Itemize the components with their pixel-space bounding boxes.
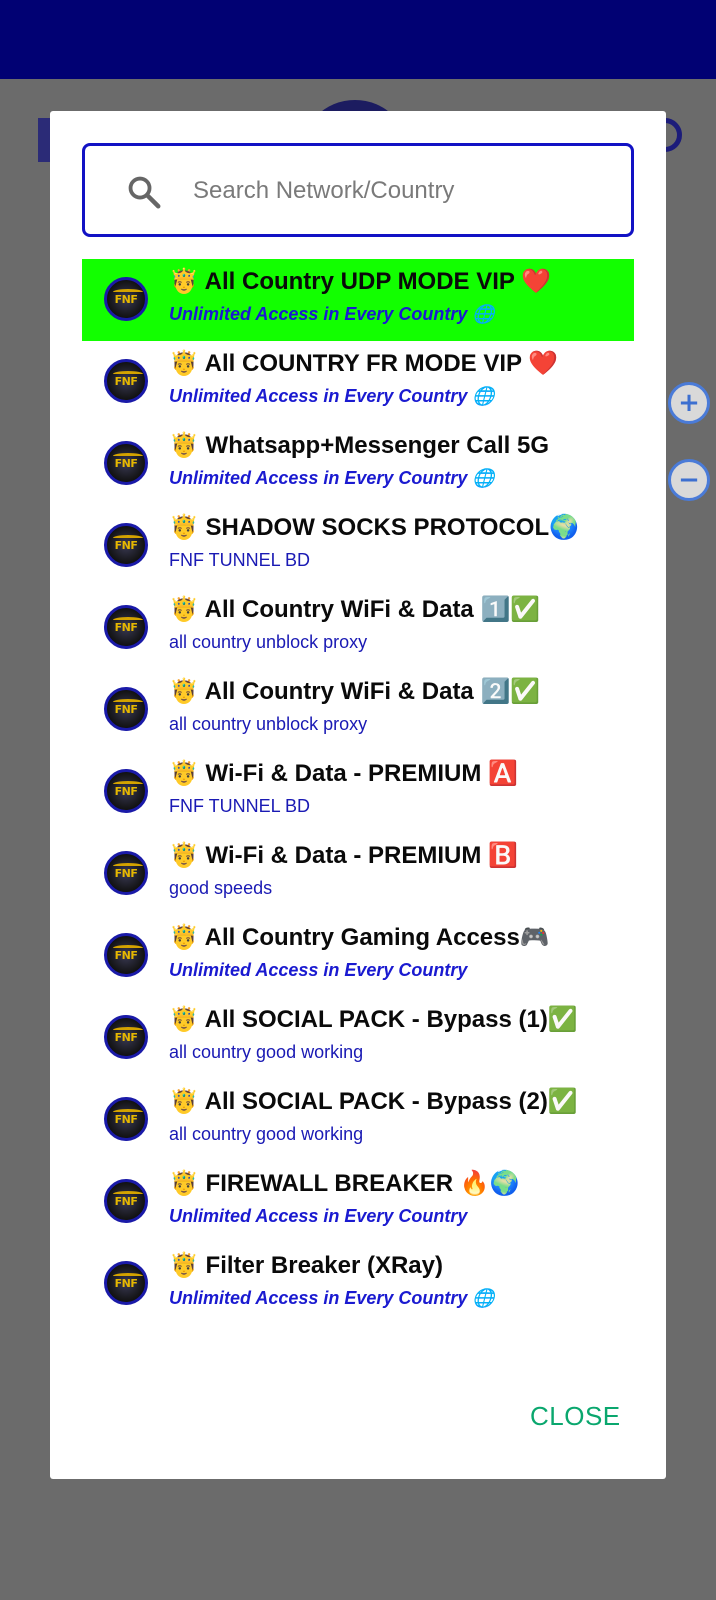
server-item[interactable]: FNF 🤴 Filter Breaker (XRay) Unlimited Acce…	[82, 1243, 634, 1325]
zoom-in-button[interactable]: +	[668, 382, 710, 424]
logo-swoosh	[113, 535, 143, 541]
server-avatar: FNF	[104, 687, 148, 731]
server-subtitle: Unlimited Access in Every Country 🌐	[169, 468, 495, 488]
server-subtitle: good speeds	[169, 878, 273, 898]
close-button[interactable]: CLOSE	[530, 1401, 621, 1432]
server-title: 🤴 All SOCIAL PACK - Bypass (2)✅	[169, 1088, 578, 1115]
server-subtitle: Unlimited Access in Every Country	[169, 1206, 468, 1226]
server-item[interactable]: FNF 🤴 All Country UDP MODE VIP ❤️ Unlimite…	[82, 259, 634, 341]
logo-swoosh	[113, 699, 143, 705]
server-subtitle: Unlimited Access in Every Country	[169, 960, 468, 980]
server-avatar: FNF	[104, 851, 148, 895]
server-item[interactable]: FNF 🤴 SHADOW SOCKS PROTOCOL🌍 FNF TUNNEL BD	[82, 505, 634, 587]
server-title: 🤴 Wi-Fi & Data - PREMIUM 🅰️	[169, 760, 518, 787]
server-item[interactable]: FNF 🤴 Whatsapp+Messenger Call 5G Unlimited…	[82, 423, 634, 505]
server-subtitle: all country good working	[169, 1124, 364, 1144]
server-subtitle: Unlimited Access in Every Country 🌐	[169, 304, 495, 324]
server-subtitle: Unlimited Access in Every Country 🌐	[169, 1288, 495, 1308]
zoom-out-button[interactable]: −	[668, 459, 710, 501]
server-avatar: FNF	[104, 605, 148, 649]
server-avatar: FNF	[104, 933, 148, 977]
logo-swoosh	[113, 781, 143, 787]
logo-swoosh	[113, 617, 143, 623]
server-title: 🤴 All Country WiFi & Data 2️⃣✅	[169, 678, 541, 705]
search-box[interactable]	[82, 143, 634, 237]
server-avatar: FNF	[104, 359, 148, 403]
logo-swoosh	[113, 289, 143, 295]
server-title: 🤴 All Country Gaming Access🎮	[169, 924, 550, 951]
search-input[interactable]	[193, 166, 613, 216]
search-icon	[128, 176, 161, 209]
server-title: 🤴 Wi-Fi & Data - PREMIUM 🅱️	[169, 842, 518, 869]
server-select-dialog: FNF 🤴 All Country UDP MODE VIP ❤️ Unlimite…	[50, 111, 666, 1479]
logo-swoosh	[113, 453, 143, 459]
server-item[interactable]: FNF 🤴 All SOCIAL PACK - Bypass (1)✅ all co…	[82, 997, 634, 1079]
server-title: 🤴 All Country UDP MODE VIP ❤️	[169, 268, 552, 295]
logo-swoosh	[113, 863, 143, 869]
server-subtitle: Unlimited Access in Every Country 🌐	[169, 386, 495, 406]
server-title: 🤴 SHADOW SOCKS PROTOCOL🌍	[169, 514, 580, 541]
logo-swoosh	[113, 371, 143, 377]
server-item[interactable]: FNF 🤴 Wi-Fi & Data - PREMIUM 🅱️ good speed…	[82, 833, 634, 915]
server-title: 🤴 All SOCIAL PACK - Bypass (1)✅	[169, 1006, 578, 1033]
server-title: 🤴 Whatsapp+Messenger Call 5G	[169, 432, 549, 459]
server-avatar: FNF	[104, 1015, 148, 1059]
logo-swoosh	[113, 1027, 143, 1033]
server-subtitle: all country good working	[169, 1042, 364, 1062]
server-avatar: FNF	[104, 523, 148, 567]
server-subtitle: all country unblock proxy	[169, 632, 368, 652]
logo-swoosh	[113, 1191, 143, 1197]
server-title: 🤴 FIREWALL BREAKER 🔥🌍	[169, 1170, 520, 1197]
server-avatar: FNF	[104, 1179, 148, 1223]
server-item[interactable]: FNF 🤴 All COUNTRY FR MODE VIP ❤️ Unlimited…	[82, 341, 634, 423]
server-title: 🤴 All Country WiFi & Data 1️⃣✅	[169, 596, 541, 623]
server-subtitle: FNF TUNNEL BD	[169, 796, 311, 816]
server-avatar: FNF	[104, 277, 148, 321]
server-avatar: FNF	[104, 1097, 148, 1141]
server-list: FNF 🤴 All Country UDP MODE VIP ❤️ Unlimite…	[82, 259, 634, 1325]
server-item[interactable]: FNF 🤴 Wi-Fi & Data - PREMIUM 🅰️ FNF TUNNEL…	[82, 751, 634, 833]
server-item[interactable]: FNF 🤴 All SOCIAL PACK - Bypass (2)✅ all co…	[82, 1079, 634, 1161]
server-subtitle: FNF TUNNEL BD	[169, 550, 311, 570]
logo-swoosh	[113, 1273, 143, 1279]
server-item[interactable]: FNF 🤴 All Country WiFi & Data 2️⃣✅ all cou…	[82, 669, 634, 751]
server-avatar: FNF	[104, 769, 148, 813]
server-item[interactable]: FNF 🤴 FIREWALL BREAKER 🔥🌍 Unlimited Access…	[82, 1161, 634, 1243]
server-item[interactable]: FNF 🤴 All Country WiFi & Data 1️⃣✅ all cou…	[82, 587, 634, 669]
server-item[interactable]: FNF 🤴 All Country Gaming Access🎮 Unlimited…	[82, 915, 634, 997]
logo-swoosh	[113, 945, 143, 951]
server-title: 🤴 All COUNTRY FR MODE VIP ❤️	[169, 350, 559, 377]
server-avatar: FNF	[104, 441, 148, 485]
server-subtitle: all country unblock proxy	[169, 714, 368, 734]
logo-swoosh	[113, 1109, 143, 1115]
top-app-bar	[0, 0, 716, 79]
server-avatar: FNF	[104, 1261, 148, 1305]
server-title: 🤴 Filter Breaker (XRay)	[169, 1252, 443, 1279]
